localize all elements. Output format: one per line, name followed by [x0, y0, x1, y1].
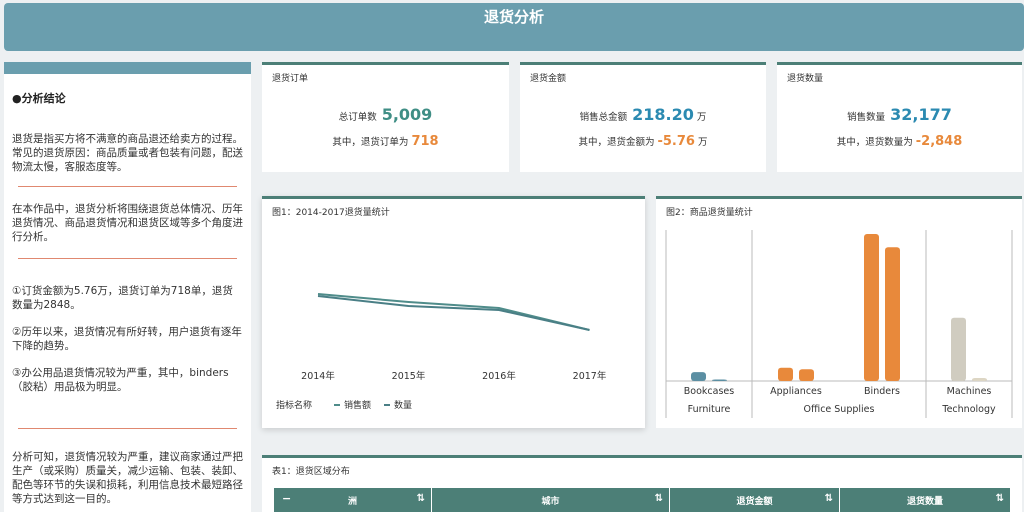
region-table-card: 表1：退货区域分布 − 洲 ⇅ 城市 ⇅ 退货金额 ⇅ 退货数量 ⇅ — [262, 455, 1022, 512]
table-header: − 洲 ⇅ 城市 ⇅ 退货金额 ⇅ 退货数量 ⇅ — [274, 488, 1010, 512]
kpi-title: 退货订单 — [272, 74, 309, 84]
bar — [864, 234, 879, 381]
line-chart: 2014年 2015年 2016年 2017年指标名称 销售额 数量 — [276, 293, 607, 411]
column-header-city[interactable]: 城市 ⇅ — [432, 488, 670, 512]
bar — [691, 372, 706, 381]
kpi-title: 退货数量 — [787, 74, 824, 84]
collapse-icon[interactable]: − — [282, 492, 291, 505]
group-label: Office Supplies — [804, 404, 875, 415]
column-header-return-amount[interactable]: 退货金额 ⇅ — [670, 488, 840, 512]
kpi-card-quantity: 退货数量 销售数量 32,177 其中，退货数量为 -2,848 — [777, 62, 1022, 172]
x-tick-label: Machines — [947, 386, 992, 397]
kpi-sub-value: -5.76 — [657, 134, 695, 149]
section-title: ●分析结论 — [12, 92, 66, 105]
divider — [18, 186, 237, 187]
kpi-value: 32,177 — [890, 105, 952, 124]
dashboard-header: 退货分析 — [4, 3, 1024, 51]
bar — [951, 317, 966, 381]
panel-strip — [4, 62, 251, 74]
x-tick-label: Bookcases — [684, 386, 734, 397]
conclusion-panel: ●分析结论 退货是指买方将不满意的商品退还给卖方的过程。常见的退货原因：商品质量… — [4, 62, 251, 512]
group-label: Furniture — [688, 404, 731, 415]
group-label: Technology — [941, 404, 996, 415]
kpi-value: 5,009 — [381, 105, 433, 124]
kpi-sub-label: 其中，退货数量为 — [836, 137, 913, 148]
table-title: 表1：退货区域分布 — [272, 467, 350, 477]
x-tick-label: Binders — [864, 386, 900, 397]
x-tick-label: 2016年 — [482, 370, 516, 382]
kpi-value: 218.20 — [632, 105, 694, 124]
sort-icon[interactable]: ⇅ — [655, 493, 663, 504]
point-1: ①订货金额为5.76万，退货订单为718单，退货数量为2848。 — [12, 285, 233, 311]
series-line — [317, 295, 590, 331]
bar — [799, 369, 814, 381]
paragraph-scope: 在本作品中，退货分析将围绕退货总体情况、历年退货情况、商品退货情况和退货区域等多… — [12, 203, 243, 243]
bar — [885, 247, 900, 381]
point-3: ③办公用品退货情况较为严重，其中，binders（胶粘）用品极为明显。 — [12, 367, 229, 393]
kpi-label: 销售总金额 — [579, 112, 628, 123]
legend-title: 指标名称 — [276, 399, 312, 411]
bar-chart: Bookcases Appliances Binders Machines Furnit… — [665, 230, 1013, 418]
kpi-unit: 万 — [696, 112, 707, 123]
x-tick-label: 2014年 — [301, 370, 335, 382]
x-tick-label: 2015年 — [392, 370, 426, 382]
legend-label: 数量 — [394, 399, 412, 411]
kpi-label: 总订单数 — [338, 112, 377, 123]
bar-chart-card: 图2：商品退货量统计 Bookcases Appliances Binders Mac… — [656, 196, 1022, 428]
chart-title: 图1：2014-2017退货量统计 — [272, 208, 390, 218]
kpi-sub-value: 718 — [411, 134, 439, 149]
kpi-title: 退货金额 — [530, 74, 567, 84]
kpi-unit: 万 — [698, 137, 708, 148]
sort-icon[interactable]: ⇅ — [417, 493, 425, 504]
kpi-sub-value: -2,848 — [915, 134, 963, 149]
bar — [778, 367, 793, 381]
sort-icon[interactable]: ⇅ — [996, 493, 1004, 504]
paragraph-intro: 退货是指买方将不满意的商品退还给卖方的过程。常见的退货原因：商品质量或者包装有问… — [12, 133, 243, 173]
column-header-return-qty[interactable]: 退货数量 ⇅ — [840, 488, 1010, 512]
divider — [18, 258, 237, 259]
series-line — [317, 293, 590, 331]
legend-label: 销售额 — [344, 399, 371, 411]
x-tick-label: 2017年 — [573, 370, 607, 382]
kpi-label: 销售数量 — [847, 112, 886, 123]
point-2: ②历年以来，退货情况有所好转，用户退货有逐年下降的趋势。 — [12, 326, 242, 352]
kpi-sub-label: 其中，退货订单为 — [332, 137, 409, 148]
page-title: 退货分析 — [483, 8, 544, 26]
kpi-sub-label: 其中，退货金额为 — [578, 137, 655, 148]
x-tick-label: Appliances — [770, 386, 822, 397]
divider — [18, 428, 237, 429]
kpi-card-amount: 退货金额 销售总金额 218.20 万 其中，退货金额为 -5.76 万 — [520, 62, 766, 172]
bar — [712, 379, 727, 381]
paragraph-suggestion: 分析可知，退货情况较为严重，建议商家通过严把生产（或采购）质量关，减少运输、包装… — [12, 451, 243, 505]
line-chart-card: 图1：2014-2017退货量统计 2014年 2015年 2016年 2017年指标… — [262, 196, 645, 428]
sort-icon[interactable]: ⇅ — [825, 493, 833, 504]
kpi-card-orders: 退货订单 总订单数 5,009 其中，退货订单为 718 — [262, 62, 509, 172]
column-header-continent[interactable]: − 洲 ⇅ — [274, 488, 432, 512]
chart-title: 图2：商品退货量统计 — [666, 208, 753, 218]
bar — [972, 378, 987, 381]
